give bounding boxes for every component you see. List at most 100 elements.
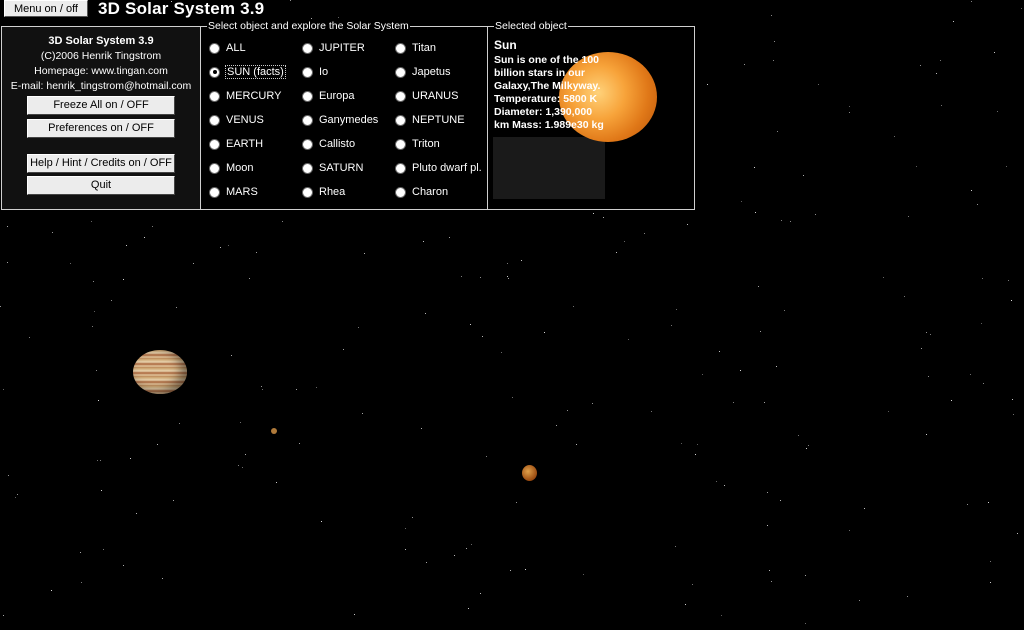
star — [0, 306, 1, 307]
radio-titan[interactable]: Titan — [395, 40, 436, 56]
radio-circle[interactable] — [209, 186, 220, 198]
star — [290, 0, 291, 1]
radio-circle[interactable] — [209, 42, 220, 54]
radio-circle[interactable] — [209, 66, 220, 78]
radio-circle[interactable] — [395, 90, 406, 102]
radio-circle[interactable] — [209, 138, 220, 150]
star — [29, 337, 30, 338]
radio-io[interactable]: Io — [302, 64, 328, 80]
radio-charon[interactable]: Charon — [395, 184, 448, 200]
radio-pluto-dwarf-pl[interactable]: Pluto dwarf pl. — [395, 160, 482, 176]
star — [176, 307, 177, 308]
quit-button[interactable]: Quit — [27, 176, 175, 195]
radio-ganymedes[interactable]: Ganymedes — [302, 112, 378, 128]
radio-circle[interactable] — [209, 162, 220, 174]
star — [94, 311, 95, 312]
star — [798, 435, 799, 436]
radio-all[interactable]: ALL — [209, 40, 246, 56]
radio-label: Io — [319, 66, 329, 78]
star — [818, 84, 819, 85]
preferences-button[interactable]: Preferences on / OFF — [27, 119, 175, 138]
star — [486, 456, 487, 457]
star — [849, 106, 850, 107]
radio-mars[interactable]: MARS — [209, 184, 258, 200]
star — [103, 549, 104, 550]
star — [100, 460, 101, 461]
radio-circle[interactable] — [302, 138, 313, 150]
star — [426, 562, 427, 563]
star — [767, 492, 768, 493]
star — [733, 402, 734, 403]
radio-saturn[interactable]: SATURN — [302, 160, 363, 176]
radio-venus[interactable]: VENUS — [209, 112, 264, 128]
radio-circle[interactable] — [395, 186, 406, 198]
radio-callisto[interactable]: Callisto — [302, 136, 355, 152]
radio-neptune[interactable]: NEPTUNE — [395, 112, 465, 128]
radio-label: URANUS — [412, 90, 459, 102]
star — [282, 221, 283, 222]
star — [883, 277, 884, 278]
radio-europa[interactable]: Europa — [302, 88, 354, 104]
help-button[interactable]: Help / Hint / Credits on / OFF — [27, 154, 175, 173]
solar-system-viewport[interactable]: Menu on / off 3D Solar System 3.9 3D Sol… — [0, 0, 1024, 630]
radio-circle[interactable] — [302, 114, 313, 126]
radio-circle[interactable] — [395, 138, 406, 150]
radio-label: Japetus — [412, 66, 451, 78]
radio-circle[interactable] — [395, 66, 406, 78]
radio-circle[interactable] — [209, 114, 220, 126]
star — [790, 221, 791, 222]
star — [695, 454, 696, 455]
radio-circle[interactable] — [302, 90, 313, 102]
star — [849, 530, 850, 531]
radio-sun-facts[interactable]: SUN (facts) — [209, 64, 286, 80]
star — [544, 332, 545, 333]
star — [864, 508, 865, 509]
star — [687, 224, 688, 225]
star — [17, 494, 18, 495]
star — [1021, 8, 1022, 9]
radio-uranus[interactable]: URANUS — [395, 88, 458, 104]
star — [162, 578, 163, 579]
radio-circle[interactable] — [302, 66, 313, 78]
star — [583, 574, 584, 575]
menu-toggle-button[interactable]: Menu on / off — [4, 0, 88, 17]
radio-triton[interactable]: Triton — [395, 136, 440, 152]
radio-circle[interactable] — [209, 90, 220, 102]
radio-circle[interactable] — [302, 162, 313, 174]
star — [774, 41, 775, 42]
radio-mercury[interactable]: MERCURY — [209, 88, 281, 104]
star — [80, 552, 81, 553]
info-app-name: 3D Solar System 3.9 — [48, 35, 154, 47]
star — [7, 226, 8, 227]
radio-circle[interactable] — [395, 162, 406, 174]
radio-rhea[interactable]: Rhea — [302, 184, 345, 200]
radio-japetus[interactable]: Japetus — [395, 64, 451, 80]
star — [242, 467, 243, 468]
star — [1006, 166, 1007, 167]
star — [507, 276, 508, 277]
star — [567, 410, 568, 411]
star — [951, 400, 952, 401]
star — [362, 413, 363, 414]
moon-small-2[interactable] — [522, 465, 537, 481]
radio-circle[interactable] — [302, 186, 313, 198]
star — [412, 517, 413, 518]
radio-moon[interactable]: Moon — [209, 160, 254, 176]
freeze-button[interactable]: Freeze All on / OFF — [27, 96, 175, 115]
star — [692, 584, 693, 585]
radio-jupiter[interactable]: JUPITER — [302, 40, 365, 56]
radio-circle[interactable] — [395, 42, 406, 54]
star — [971, 1, 972, 2]
star — [8, 475, 9, 476]
star — [52, 232, 53, 233]
radio-earth[interactable]: EARTH — [209, 136, 263, 152]
radio-label: Pluto dwarf pl. — [412, 162, 482, 174]
jupiter-planet[interactable] — [133, 350, 187, 394]
star — [123, 565, 124, 566]
star — [721, 615, 722, 616]
radio-circle[interactable] — [302, 42, 313, 54]
star — [470, 324, 471, 325]
star — [157, 444, 158, 445]
radio-circle[interactable] — [395, 114, 406, 126]
moon-small-1[interactable] — [271, 428, 277, 434]
